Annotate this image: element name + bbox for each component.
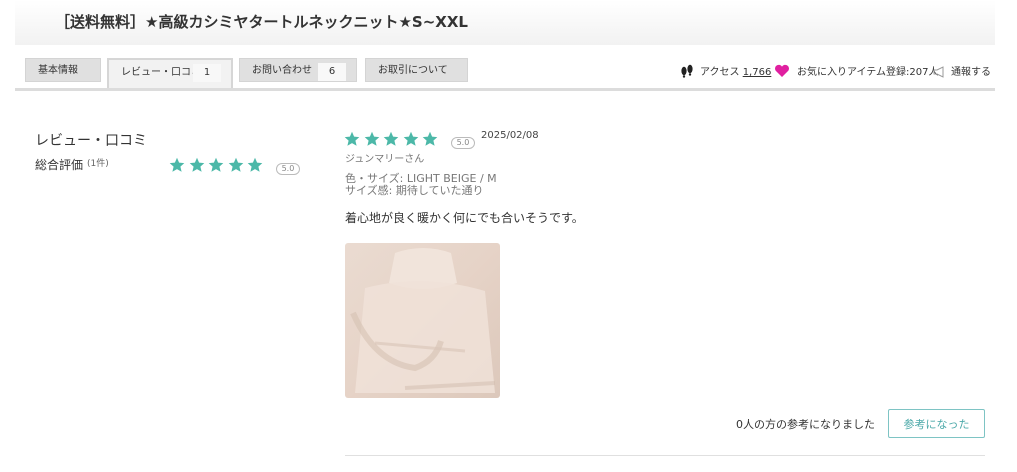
overall-score-badge: 5.0 (275, 162, 301, 175)
reviewer-name: ジュンマリーさん (345, 154, 425, 165)
review-meta: 色・サイズ: LIGHT BEIGE / M サイズ感: 期待していた通り (345, 173, 497, 197)
access-label: アクセス (700, 67, 740, 78)
star-icon (403, 131, 418, 146)
favorite-count: お気に入りアイテム登録:207人 (797, 67, 939, 78)
tab-basic-info[interactable]: 基本情報 (25, 58, 101, 82)
review-photo[interactable] (345, 243, 500, 398)
access-counter: アクセス 1,766 (700, 63, 771, 78)
overall-rating-label: 総合評価 (1件) (35, 156, 109, 173)
size-fit: サイズ感: 期待していた通り (345, 184, 484, 197)
review-count: (1件) (87, 159, 109, 169)
tab-label: レビュー・口コミ (121, 67, 201, 78)
star-rating (169, 157, 267, 177)
star-icon (169, 157, 185, 172)
footprints-icon (679, 62, 695, 82)
star-icon (247, 157, 263, 172)
tab-divider (15, 88, 995, 91)
access-count-link[interactable]: 1,766 (743, 67, 772, 78)
tab-inquiries[interactable]: お問い合わせ 6 (239, 58, 357, 82)
report-link[interactable]: 通報する (951, 63, 991, 78)
star-icon (422, 131, 438, 146)
star-icon (344, 131, 360, 146)
tab-count: 6 (318, 63, 346, 81)
tab-label: 基本情報 (38, 65, 78, 76)
star-icon (383, 131, 399, 146)
review-body: 着心地が良く暖かく何にでも合いそうです。 (345, 211, 584, 225)
tab-transaction[interactable]: お取引について (365, 58, 468, 82)
megaphone-icon (933, 63, 947, 82)
overall-rating-stars: 5.0 (169, 157, 301, 177)
helpful-count: 0人の方の参考になりました (736, 418, 875, 431)
star-icon (208, 157, 224, 172)
review-rating-stars: 5.0 (344, 131, 476, 151)
reviews-heading: レビュー・口コミ (35, 133, 147, 149)
helpful-button[interactable]: 参考になった (888, 409, 985, 438)
star-rating (344, 131, 442, 151)
tab-label: お取引について (378, 65, 448, 76)
star-icon (228, 157, 243, 172)
product-title: ［送料無料］★高級カシミヤタートルネックニット★S~XXL (55, 13, 468, 31)
tab-count: 1 (193, 64, 221, 82)
review-date: 2025/02/08 (481, 130, 539, 141)
tab-reviews[interactable]: レビュー・口コミ 1 (107, 58, 233, 88)
title-bar: ［送料無料］★高級カシミヤタートルネックニット★S~XXL (15, 0, 995, 45)
overall-label: 総合評価 (35, 158, 84, 172)
review-score-badge: 5.0 (450, 136, 476, 149)
star-icon (189, 157, 204, 172)
heart-icon (774, 63, 790, 82)
review-divider (345, 455, 985, 456)
star-icon (364, 131, 379, 146)
tab-label: お問い合わせ (252, 65, 312, 76)
